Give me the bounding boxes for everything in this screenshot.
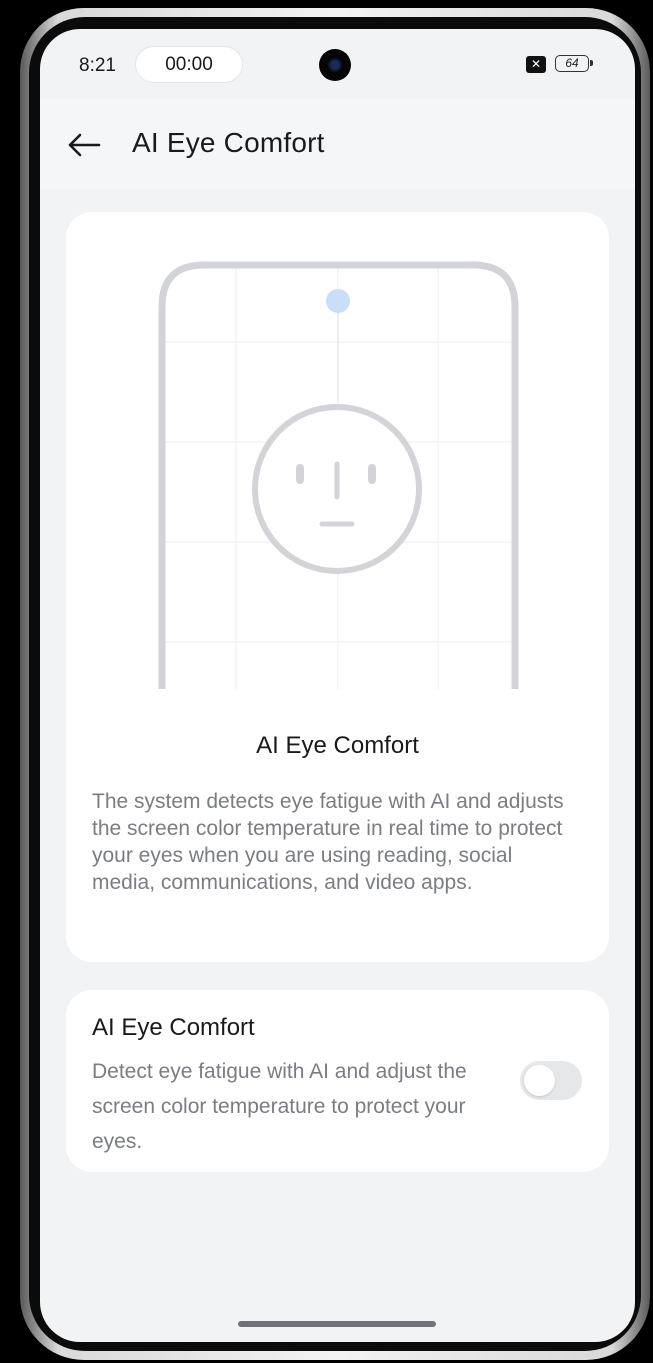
battery-icon: 64: [555, 55, 593, 72]
face-detection-illustration: [158, 261, 519, 689]
app-bar: AI Eye Comfort: [40, 99, 635, 189]
setting-title: AI Eye Comfort: [92, 1014, 255, 1041]
info-card-description: The system detects eye fatigue with AI a…: [92, 790, 564, 894]
info-card-title: AI Eye Comfort: [256, 732, 419, 759]
status-bar: 8:21 00:00 ✕ 64: [40, 29, 635, 99]
sensor-dot-icon: [326, 289, 350, 313]
sim-status-icon: ✕: [526, 56, 546, 73]
front-camera-icon: [319, 49, 351, 81]
ai-eye-comfort-setting[interactable]: AI Eye Comfort Detect eye fatigue with A…: [66, 990, 609, 1172]
home-indicator[interactable]: [238, 1321, 436, 1327]
setting-description: Detect eye fatigue with AI and adjust th…: [92, 1060, 467, 1153]
page-title: AI Eye Comfort: [132, 127, 325, 158]
battery-level: 64: [565, 56, 579, 70]
timer-value: 00:00: [165, 53, 213, 75]
timer-pill[interactable]: 00:00: [136, 47, 242, 82]
status-time: 8:21: [79, 55, 116, 76]
info-card: AI Eye Comfort The system detects eye fa…: [66, 212, 609, 962]
back-arrow-icon: [68, 133, 101, 157]
back-button[interactable]: [64, 127, 104, 163]
ai-eye-comfort-toggle[interactable]: [520, 1061, 582, 1100]
toggle-knob: [524, 1065, 555, 1096]
screen: 8:21 00:00 ✕ 64 AI Eye Comfort AI Eye Co…: [40, 29, 635, 1342]
